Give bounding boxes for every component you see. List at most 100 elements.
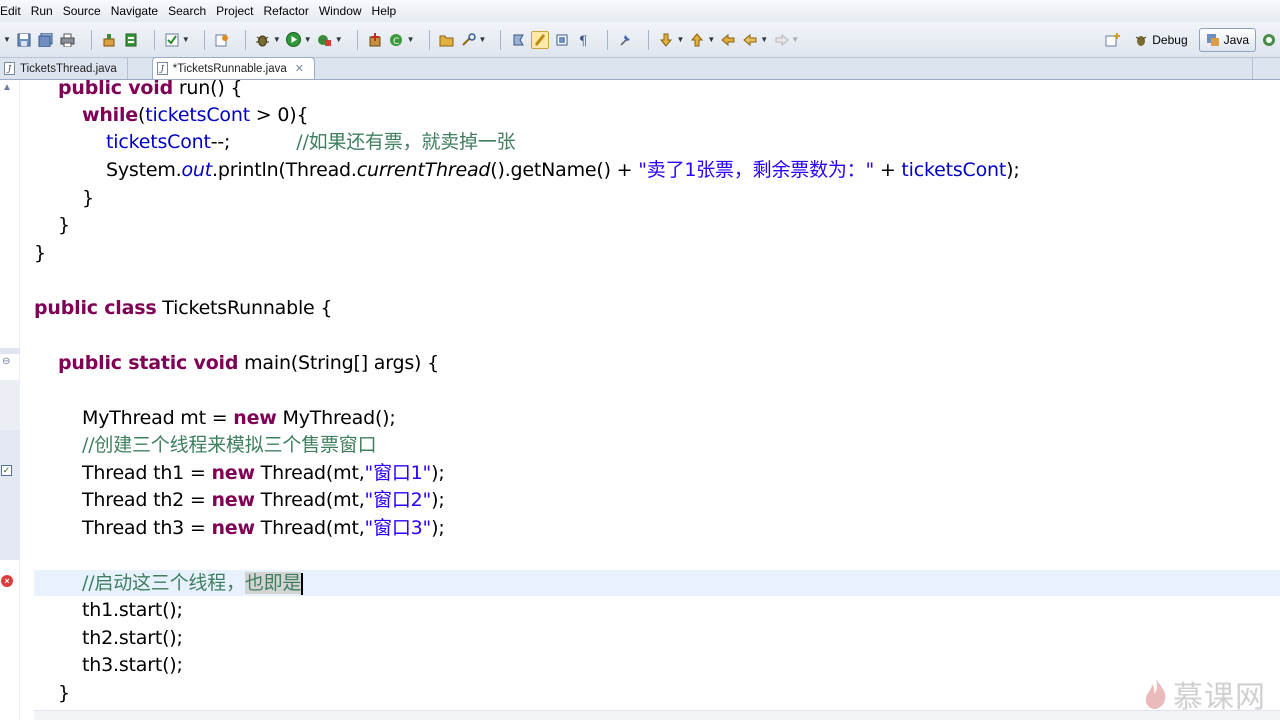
perspective-debug-label: Debug (1152, 33, 1188, 47)
menu-help[interactable]: Help (367, 0, 402, 22)
svg-text:¶: ¶ (579, 34, 587, 47)
perspective-java-label: Java (1223, 33, 1249, 47)
save-all-icon[interactable] (37, 31, 55, 49)
field: ticketsCont (901, 159, 1007, 181)
tab-label: *TicketsRunnable.java (172, 62, 287, 75)
external-tools-icon[interactable] (316, 31, 334, 49)
menu-refactor[interactable]: Refactor (259, 0, 314, 22)
menu-search[interactable]: Search (163, 0, 211, 22)
watermark-text: 慕课网 (1173, 680, 1266, 715)
watermark: 慕课网 (1143, 672, 1266, 716)
more-perspectives-icon[interactable] (1260, 31, 1278, 49)
back-icon[interactable] (741, 31, 759, 49)
keyword: new (211, 517, 255, 539)
print-icon[interactable] (59, 31, 77, 49)
toolbar-separator (203, 29, 205, 50)
perspective-debug[interactable]: Debug (1127, 28, 1194, 52)
code-line: } (58, 214, 70, 236)
checklist-dropdown-icon[interactable]: ▼ (182, 35, 190, 44)
static-method: currentThread (356, 159, 491, 181)
forward-dropdown-icon[interactable]: ▼ (791, 35, 799, 44)
menu-project[interactable]: Project (211, 0, 258, 22)
new-dropdown-icon[interactable]: ▼ (3, 35, 11, 44)
pin-editor-icon[interactable] (616, 31, 634, 49)
new-package-icon[interactable] (366, 31, 384, 49)
code-text: --; (210, 131, 231, 153)
perspective-java[interactable]: Java (1198, 28, 1256, 52)
open-perspective-icon[interactable] (1103, 31, 1121, 49)
menu-navigate[interactable]: Navigate (106, 0, 163, 22)
annotation-marker (0, 348, 20, 354)
menu-source[interactable]: Source (58, 0, 106, 22)
save-icon[interactable] (15, 31, 33, 49)
code-text: Thread th3 = (82, 517, 212, 539)
code-line: th3.start(); (82, 654, 183, 676)
checklist-icon[interactable] (163, 31, 181, 49)
new-class-dropdown-icon[interactable]: ▼ (407, 35, 415, 44)
next-annotation-icon[interactable] (657, 31, 675, 49)
code-text: TicketsRunnable { (156, 297, 333, 319)
show-whitespace-icon[interactable]: ¶ (575, 31, 593, 49)
annotation-marker (0, 380, 20, 430)
server-icon[interactable] (122, 31, 140, 49)
code-line: ticketsCont--; //如果还有票，就卖掉一张 (106, 128, 516, 156)
open-type-icon[interactable] (213, 31, 231, 49)
ime-composition-text: 也即是 (244, 572, 302, 594)
string-literal: "窗口2" (364, 489, 432, 511)
horizontal-scrollbar[interactable] (34, 710, 1280, 720)
toolbar-separator (356, 29, 358, 50)
java-file-icon: J (4, 62, 15, 75)
last-edit-location-icon[interactable] (719, 31, 737, 49)
open-folder-icon[interactable] (438, 31, 456, 49)
previous-annotation-dropdown-icon[interactable]: ▼ (707, 35, 715, 44)
string-literal: "窗口1" (364, 462, 432, 484)
code-text: Thread(mt, (254, 489, 365, 511)
build-icon[interactable] (100, 31, 118, 49)
search-dropdown-icon[interactable]: ▼ (479, 35, 487, 44)
code-text: main(String[] args) { (238, 352, 439, 374)
external-tools-dropdown-icon[interactable]: ▼ (335, 35, 343, 44)
keyword: new (211, 489, 255, 511)
menu-edit[interactable]: Edit (0, 0, 26, 22)
svg-text:C: C (393, 37, 399, 47)
fold-collapse-icon[interactable]: ⊖ (2, 356, 10, 367)
toolbar-separator (153, 29, 155, 50)
code-text: Thread(mt, (254, 517, 365, 539)
back-dropdown-icon[interactable]: ▼ (760, 35, 768, 44)
code-editor[interactable]: ▲ ⊖ ✓ × public void run() { while(ticket… (0, 77, 1280, 720)
keyword: new (211, 462, 255, 484)
run-icon[interactable] (285, 31, 303, 49)
previous-annotation-icon[interactable] (688, 31, 706, 49)
code-text: ); (1006, 159, 1020, 181)
new-class-icon[interactable]: C (388, 31, 406, 49)
debug-dropdown-icon[interactable]: ▼ (273, 35, 281, 44)
close-tab-icon[interactable]: ✕ (295, 62, 304, 75)
search-icon[interactable] (460, 31, 478, 49)
menu-window[interactable]: Window (314, 0, 367, 22)
code-line: } (82, 187, 94, 209)
code-line: Thread th2 = new Thread(mt,"窗口2"); (82, 486, 445, 514)
fold-collapse-icon[interactable]: ▲ (2, 82, 12, 93)
code-text: Thread th2 = (82, 489, 212, 511)
code-line: public static void main(String[] args) { (58, 349, 439, 377)
toggle-highlight-icon[interactable] (531, 30, 550, 49)
debug-icon[interactable] (254, 31, 272, 49)
code-text: Thread(mt, (254, 462, 365, 484)
static-field: out (181, 159, 213, 181)
code-text: ().getName() + (490, 159, 639, 181)
toggle-mark-occurrences-icon[interactable] (509, 31, 527, 49)
block-selection-icon[interactable] (553, 31, 571, 49)
error-icon[interactable]: × (1, 575, 13, 587)
code-comment-line: //启动这三个线程，也即是 (82, 569, 304, 597)
toolbar: ▼ ▼ ▼ ▼ ▼ C ▼ ▼ ¶ ▼ ▼ ▼ ▼ Debug Java (0, 22, 1280, 58)
menu-run[interactable]: Run (26, 0, 58, 22)
next-annotation-dropdown-icon[interactable]: ▼ (676, 35, 684, 44)
code-line: public void run() { (58, 74, 242, 102)
forward-icon[interactable] (772, 31, 790, 49)
toolbar-separator (428, 29, 430, 50)
code-line: Thread th3 = new Thread(mt,"窗口3"); (82, 514, 445, 542)
code-line: th1.start(); (82, 599, 183, 621)
code-line: } (34, 242, 46, 264)
run-dropdown-icon[interactable]: ▼ (304, 35, 312, 44)
task-icon[interactable]: ✓ (1, 465, 12, 476)
